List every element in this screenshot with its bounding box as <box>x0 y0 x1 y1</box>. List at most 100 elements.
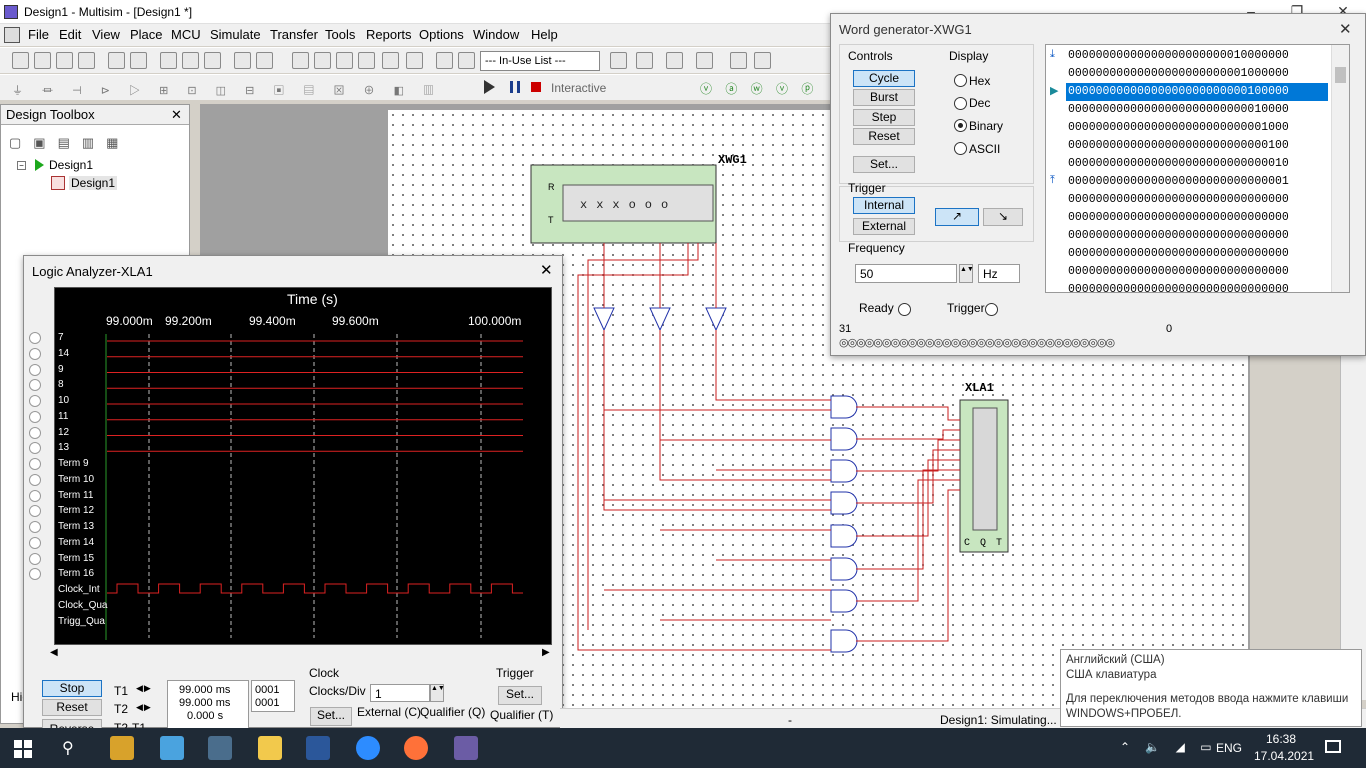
undo-icon[interactable] <box>234 52 251 69</box>
word-row[interactable]: 00000000000000000000000001000000 <box>1066 65 1328 83</box>
channel-terminal[interactable] <box>29 552 41 565</box>
component-bin-icons[interactable]: ⏚ ⏛ ⊣ ⊳ ▷ ⊞ ⊡ ◫ ⊟ ▣ ▤ ⊠ ⊕ ◧ ▥ <box>12 82 462 97</box>
language-indicator[interactable]: ENG <box>1216 741 1242 755</box>
notifications-icon[interactable] <box>1325 740 1341 753</box>
word-row[interactable]: 00000000000000000000000000000000 <box>1066 227 1328 245</box>
menu-mcu[interactable]: MCU <box>171 27 201 42</box>
close-icon[interactable]: ✕ <box>1339 20 1352 38</box>
collapse-icon[interactable]: − <box>17 161 26 170</box>
word-list-scrollbar[interactable] <box>1331 45 1349 292</box>
clock-time[interactable]: 16:38 <box>1266 732 1296 746</box>
spreadsheet-icon[interactable] <box>314 52 331 69</box>
zoom-icon[interactable] <box>356 736 380 760</box>
menu-edit[interactable]: Edit <box>59 27 81 42</box>
menu-view[interactable]: View <box>92 27 120 42</box>
menu-help[interactable]: Help <box>531 27 558 42</box>
new-icon[interactable] <box>12 52 29 69</box>
reset-button[interactable]: Reset <box>853 128 915 145</box>
set-button[interactable]: Set... <box>853 156 915 173</box>
word-row[interactable]: 00000000000000000000000000000000 <box>1066 281 1328 292</box>
internal-button[interactable]: Internal <box>853 197 915 214</box>
analyzer-scrollbar[interactable]: ◀ ▶ <box>50 647 552 661</box>
channel-terminal[interactable] <box>29 536 41 549</box>
word-row[interactable]: 00000000000000000000000000000000 <box>1066 191 1328 209</box>
word-row[interactable]: 00000000000000000000000000000000 <box>1066 209 1328 227</box>
close-icon[interactable]: ✕ <box>171 107 182 123</box>
burst-button[interactable]: Burst <box>853 89 915 106</box>
search-icon[interactable] <box>730 52 747 69</box>
frequency-input[interactable]: 50 <box>855 264 957 283</box>
menu-simulate[interactable]: Simulate <box>210 27 261 42</box>
postprocessor-icon[interactable] <box>382 52 399 69</box>
doc-icon[interactable] <box>4 27 20 43</box>
paint-icon[interactable] <box>160 736 184 760</box>
print-icon[interactable] <box>108 52 125 69</box>
toggle-view-icon[interactable] <box>292 52 309 69</box>
forward-annotate-icon[interactable] <box>696 52 713 69</box>
multisim-icon[interactable] <box>454 736 478 760</box>
channel-terminal[interactable] <box>29 489 41 502</box>
channel-terminal[interactable] <box>29 379 41 392</box>
step-button[interactable]: Step <box>853 109 915 126</box>
print-preview-icon[interactable] <box>130 52 147 69</box>
channel-terminal[interactable] <box>29 410 41 423</box>
firefox-icon[interactable] <box>404 736 428 760</box>
probe-icons[interactable]: ⓥ ⓐ ⓦ ⓥ ⓟ <box>700 80 820 96</box>
save-icon[interactable] <box>78 52 95 69</box>
t2-arrows[interactable]: ◀▶ <box>136 702 152 713</box>
explorer-icon[interactable] <box>258 736 282 760</box>
word-icon[interactable] <box>306 736 330 760</box>
help-icon[interactable] <box>754 52 771 69</box>
analyzer-display[interactable]: Time (s) 99.000m 99.200m 99.400m 99.600m… <box>54 287 552 645</box>
frequency-spin[interactable]: ▲▼ <box>959 264 974 283</box>
word-list[interactable]: 00000000000000000000000010000000 ⤓ 0000000… <box>1045 44 1350 293</box>
clock-set-button[interactable]: Set... <box>310 707 352 726</box>
word-row[interactable]: 00000000000000000000000000100000 <box>1066 83 1328 101</box>
channel-terminal[interactable] <box>29 347 41 360</box>
tree-item-design1-root[interactable]: Design1 <box>49 158 93 172</box>
tray-icons[interactable]: ⌃ 🔈 ◢ ▭ <box>1120 740 1218 754</box>
rising-edge-button[interactable]: ↗ <box>935 208 979 226</box>
redo-icon[interactable] <box>256 52 273 69</box>
frequency-unit[interactable]: Hz <box>978 264 1020 283</box>
copy-icon[interactable] <box>182 52 199 69</box>
component-wizard-icon[interactable] <box>436 52 453 69</box>
calculator-icon[interactable] <box>208 736 232 760</box>
open-icon[interactable] <box>34 52 51 69</box>
stop-probe-icon[interactable] <box>610 52 627 69</box>
channel-terminal[interactable] <box>29 363 41 376</box>
database-icon[interactable] <box>336 52 353 69</box>
menu-transfer[interactable]: Transfer <box>270 27 318 42</box>
t1-arrows[interactable]: ◀▶ <box>136 683 152 694</box>
falling-edge-button[interactable]: ↘ <box>983 208 1023 226</box>
hex-radio[interactable] <box>954 74 967 87</box>
cycle-button[interactable]: Cycle <box>853 70 915 87</box>
channel-terminal[interactable] <box>29 426 41 439</box>
right-toolbar[interactable] <box>1340 300 1366 700</box>
menu-file[interactable]: File <box>28 27 49 42</box>
search-icon[interactable]: ⚲ <box>62 738 74 758</box>
cut-icon[interactable] <box>160 52 177 69</box>
menu-reports[interactable]: Reports <box>366 27 412 42</box>
channel-terminal[interactable] <box>29 442 41 455</box>
toolbox-toolbar-icons[interactable]: ▢▣▤▥▦ <box>9 135 179 151</box>
open-folder-icon[interactable] <box>56 52 73 69</box>
clocks-div-spin[interactable]: ▲▼ <box>430 684 445 702</box>
word-row[interactable]: 00000000000000000000000000000000 <box>1066 245 1328 263</box>
menu-tools[interactable]: Tools <box>325 27 355 42</box>
pause-icon[interactable] <box>510 81 520 93</box>
channel-terminal[interactable] <box>29 458 41 470</box>
in-use-list-select[interactable]: --- In-Use List --- <box>480 51 600 71</box>
ascii-radio[interactable] <box>954 142 967 155</box>
clocks-div-input[interactable]: 1 <box>370 684 430 702</box>
back-annotate-icon[interactable] <box>666 52 683 69</box>
word-row[interactable]: 00000000000000000000000000001000 <box>1066 119 1328 137</box>
stop-button[interactable]: Stop <box>42 680 102 697</box>
channel-terminal[interactable] <box>29 568 41 581</box>
erc-icon[interactable] <box>406 52 423 69</box>
word-row[interactable]: 00000000000000000000000000000100 <box>1066 137 1328 155</box>
store-icon[interactable] <box>110 736 134 760</box>
paste-icon[interactable] <box>204 52 221 69</box>
stop-icon[interactable] <box>531 82 541 92</box>
grapher-icon[interactable] <box>358 52 375 69</box>
